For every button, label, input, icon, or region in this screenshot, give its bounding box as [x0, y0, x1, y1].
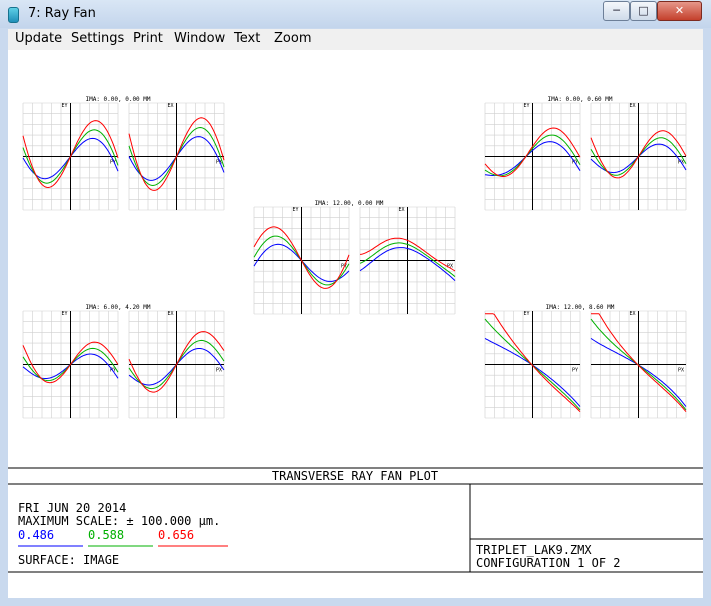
wavelength-3: 0.656	[158, 528, 194, 542]
y-axis-label: EY	[62, 103, 68, 109]
x-axis-label: PX	[678, 368, 684, 374]
config-label: CONFIGURATION 1 OF 2	[476, 556, 621, 570]
y-axis-label: EX	[168, 311, 174, 317]
ray-fan-panel: IMA: 12.00, 0.00 MMEYPYEXPX	[253, 200, 456, 315]
ray-fan-panel: IMA: 0.00, 0.60 MMEYPYEXPX	[484, 96, 687, 211]
menu-bar: Update Settings Print Window Text Zoom	[8, 29, 703, 51]
sagittal-fan: EXPX	[590, 102, 687, 211]
sagittal-fan: EXPX	[359, 206, 456, 315]
y-axis-label: EY	[524, 103, 530, 109]
plot-heading: TRANSVERSE RAY FAN PLOT	[272, 469, 438, 483]
file-name: TRIPLET_LAK9.ZMX	[476, 543, 592, 557]
close-button[interactable]: ✕	[657, 1, 702, 21]
tangential-fan: EYPY	[484, 102, 581, 211]
maximize-button[interactable]: □	[630, 1, 657, 21]
ray-fan-plot: IMA: 0.00, 0.00 MMEYPYEXPXIMA: 0.00, 0.6…	[8, 96, 703, 573]
sagittal-fan: EX PX	[590, 310, 687, 419]
y-axis-label: EX	[399, 207, 405, 213]
y-axis-label: EX	[168, 103, 174, 109]
menu-text[interactable]: Text	[234, 31, 260, 46]
menu-settings[interactable]: Settings	[71, 31, 124, 46]
ray-fan-panel: IMA: 0.00, 0.00 MMEYPYEXPX	[22, 96, 225, 211]
plot-date: FRI JUN 20 2014	[18, 501, 126, 515]
menu-zoom[interactable]: Zoom	[274, 31, 311, 46]
wavelength-2: 0.588	[88, 528, 124, 542]
y-axis-label: EY	[524, 311, 530, 317]
x-axis-label: PX	[216, 368, 222, 374]
field-label: IMA: 12.00, 0.00 MM	[315, 200, 384, 207]
y-axis-label: EY	[293, 207, 299, 213]
menu-print[interactable]: Print	[133, 31, 163, 46]
y-axis-label: EX	[630, 103, 636, 109]
tangential-fan: EYPY	[22, 310, 119, 419]
field-label: IMA: 0.00, 0.00 MM	[85, 96, 150, 103]
plot-canvas: IMA: 0.00, 0.00 MM EY PY EX PX IMA: 0.00, 0.6…	[8, 50, 703, 598]
x-axis-label: PY	[572, 368, 578, 374]
wavelength-1: 0.486	[18, 528, 54, 542]
y-axis-label: EY	[62, 311, 68, 317]
minimize-button[interactable]: ─	[603, 1, 630, 21]
field-label: IMA: 6.00, 4.20 MM	[85, 304, 150, 311]
surface-label: SURFACE: IMAGE	[18, 553, 119, 567]
window-title: 7: Ray Fan	[28, 6, 96, 21]
field-label: IMA: 12.00, 8.60 MM	[546, 304, 615, 311]
title-bar[interactable]: 7: Ray Fan ─ □ ✕	[0, 0, 711, 28]
sagittal-fan: EX PX	[128, 310, 225, 419]
ray-fan-window: 7: Ray Fan ─ □ ✕ Update Settings Print W…	[0, 0, 711, 606]
sagittal-fan: EXPX	[128, 102, 225, 211]
tangential-fan: EY PY	[484, 310, 581, 419]
ray-fan-panel: IMA: 12.00, 8.60 MM EY PY EX PX	[484, 304, 687, 419]
app-icon	[8, 7, 19, 23]
tangential-fan: EYPY	[253, 206, 350, 315]
y-axis-label: EX	[630, 311, 636, 317]
ray-fan-panel: IMA: 6.00, 4.20 MMEYPY EX PX	[22, 304, 225, 419]
tangential-fan: EYPY	[22, 102, 119, 211]
menu-update[interactable]: Update	[15, 31, 62, 46]
field-label: IMA: 0.00, 0.60 MM	[547, 96, 612, 103]
max-scale: MAXIMUM SCALE: ± 100.000 μm.	[18, 514, 220, 528]
menu-window[interactable]: Window	[174, 31, 225, 46]
